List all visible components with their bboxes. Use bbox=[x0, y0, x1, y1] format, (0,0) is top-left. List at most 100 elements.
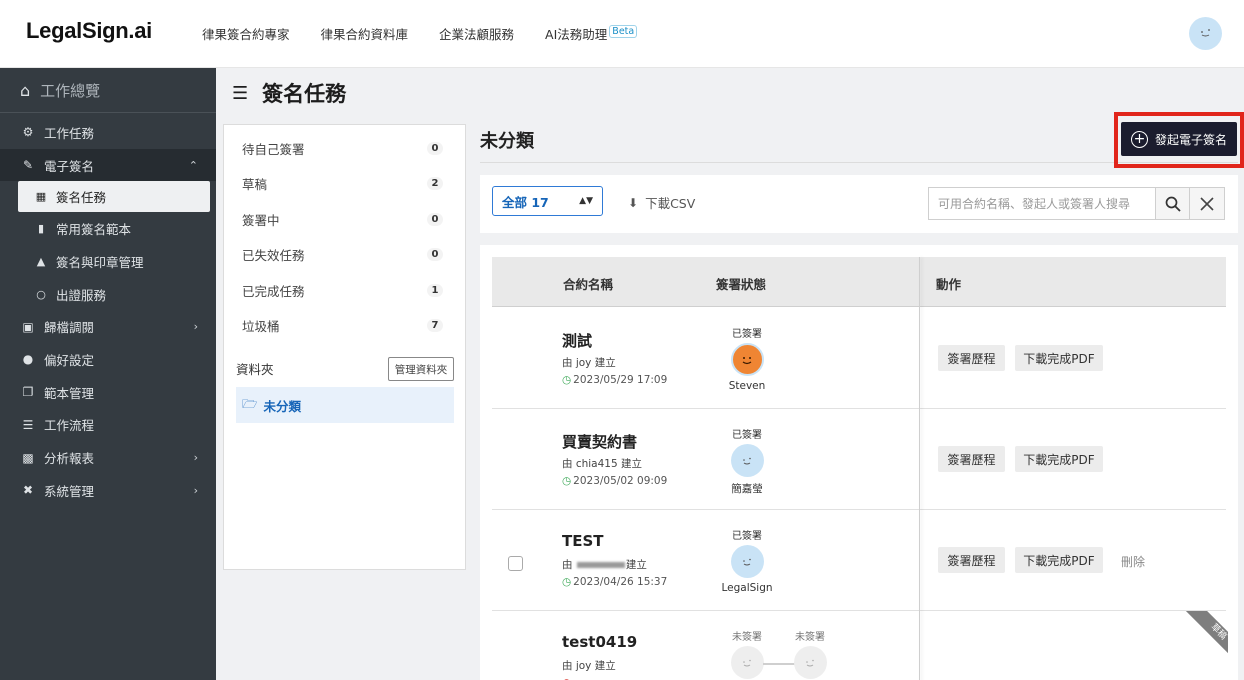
download-pdf-button[interactable]: 下載完成PDF bbox=[1015, 446, 1103, 472]
category-panel: 待自己簽署 0 草稿 2 簽署中 0 已失效任務 0 已完成任務 1 垃圾桶 7… bbox=[223, 124, 466, 570]
draft-ribbon: 草稿 bbox=[1184, 611, 1228, 663]
signer-name: 簡嘉瑩 bbox=[731, 483, 763, 495]
created-by-suffix: 建立 bbox=[625, 559, 647, 571]
sidebar-item-label: 出證服務 bbox=[56, 287, 107, 303]
search-input[interactable]: 可用合約名稱、發起人或簽署人搜尋 bbox=[928, 187, 1156, 220]
category-label: 垃圾桶 bbox=[242, 319, 280, 334]
tools-icon: ✖ bbox=[22, 483, 34, 498]
chart-icon: ▩ bbox=[22, 450, 34, 465]
signer: 已簽署 LegalSign bbox=[712, 527, 782, 594]
sidebar-item-archive[interactable]: ▣ 歸檔調閱 › bbox=[0, 310, 216, 343]
category-completed[interactable]: 已完成任務 1 bbox=[224, 273, 467, 308]
avatar bbox=[730, 343, 764, 376]
table-row[interactable]: 買賣契約書 由 chia415 建立 ◷ 2023/05/02 09:09 已簽署… bbox=[492, 409, 1226, 510]
chevron-right-icon: › bbox=[193, 320, 198, 334]
avatar bbox=[730, 545, 764, 578]
clock-icon: ◷ bbox=[562, 475, 572, 487]
category-label: 簽署中 bbox=[242, 213, 280, 228]
sidebar-item-label: 系統管理 bbox=[44, 483, 95, 499]
sidebar-item-certificate[interactable]: ○ 出證服務 bbox=[0, 278, 216, 311]
copy-icon: ❐ bbox=[22, 385, 34, 400]
download-pdf-button[interactable]: 下載完成PDF bbox=[1015, 345, 1103, 371]
user-cog-icon: ● bbox=[22, 352, 34, 367]
row-checkbox[interactable] bbox=[508, 556, 523, 571]
nav-link-ai-assistant[interactable]: AI法務助理 Beta bbox=[545, 24, 638, 43]
download-csv-label: 下載CSV bbox=[645, 196, 696, 211]
award-icon: ○ bbox=[36, 287, 46, 301]
new-esign-button[interactable]: + 發起電子簽名 bbox=[1121, 122, 1237, 156]
chevron-up-icon: ⌃ bbox=[188, 158, 198, 172]
nav-link-contract-db[interactable]: 律果合約資料庫 bbox=[321, 24, 409, 43]
menu-icon[interactable]: ☰ bbox=[232, 83, 248, 104]
category-trash[interactable]: 垃圾桶 7 bbox=[224, 308, 467, 343]
nav-links: 律果簽合約專家 律果合約資料庫 企業法顧服務 AI法務助理 Beta bbox=[202, 24, 638, 43]
table-row[interactable]: test0419 由 joy 建立 ◷ 未簽署 未簽署 草稿 bbox=[492, 611, 1228, 680]
contract-name[interactable]: test0419 bbox=[562, 633, 637, 651]
sidebar-item-esign[interactable]: ✎ 電子簽名 ⌃ bbox=[0, 148, 216, 182]
nav-link-ai-assistant-label: AI法務助理 bbox=[545, 27, 608, 42]
search-icon bbox=[1165, 196, 1181, 212]
sidebar-item-label: 歸檔調閱 bbox=[44, 320, 95, 336]
folders-heading: 資料夾 bbox=[236, 362, 274, 377]
column-header-name: 合約名稱 bbox=[563, 277, 614, 292]
category-signing[interactable]: 簽署中 0 bbox=[224, 202, 467, 237]
sign-history-button[interactable]: 簽署歷程 bbox=[938, 446, 1005, 472]
created-by-prefix: 由 bbox=[562, 559, 573, 571]
delete-button[interactable]: 刪除 bbox=[1121, 553, 1145, 570]
nav-link-legal-service[interactable]: 企業法顧服務 bbox=[439, 24, 514, 43]
sort-arrows-icon: ▲▼ bbox=[579, 196, 593, 206]
table-row[interactable]: TEST 由 建立 ◷ 2023/04/26 15:37 已簽署 LegalSig… bbox=[492, 510, 1226, 611]
contract-name[interactable]: 買賣契約書 bbox=[562, 431, 637, 452]
avatar bbox=[730, 646, 764, 679]
sidebar-item-workflow[interactable]: ☰ 工作流程 bbox=[0, 409, 216, 442]
sidebar-item-label: 工作流程 bbox=[44, 418, 95, 434]
category-count: 0 bbox=[427, 248, 443, 261]
category-count: 1 bbox=[427, 284, 443, 297]
download-pdf-button[interactable]: 下載完成PDF bbox=[1015, 547, 1103, 573]
category-expired[interactable]: 已失效任務 0 bbox=[224, 237, 467, 272]
list-icon: ☰ bbox=[22, 417, 34, 432]
sign-history-button[interactable]: 簽署歷程 bbox=[938, 547, 1005, 573]
created-date: ◷ 2023/04/26 15:37 bbox=[562, 576, 667, 588]
category-awaiting-me[interactable]: 待自己簽署 0 bbox=[224, 131, 467, 166]
sidebar-item-label: 工作任務 bbox=[44, 125, 95, 141]
created-date: ◷ 2023/05/29 17:09 bbox=[562, 374, 667, 386]
user-avatar[interactable] bbox=[1189, 17, 1222, 50]
created-date: ◷ 2023/05/02 09:09 bbox=[562, 475, 667, 487]
sidebar-item-label: 範本管理 bbox=[44, 385, 95, 401]
sidebar-item-label: 偏好設定 bbox=[44, 352, 95, 368]
search-button[interactable] bbox=[1155, 187, 1190, 220]
created-by: 由 chia415 建立 bbox=[562, 458, 642, 470]
sidebar-item-preferences[interactable]: ● 偏好設定 bbox=[0, 343, 216, 376]
sidebar-item-label: 簽名與印章管理 bbox=[56, 254, 144, 270]
page-title-text: 簽名任務 bbox=[262, 82, 347, 106]
table-row[interactable]: 測試 由 joy 建立 ◷ 2023/05/29 17:09 已簽署 Steven… bbox=[492, 308, 1226, 409]
sign-history-button[interactable]: 簽署歷程 bbox=[938, 345, 1005, 371]
created-date-value: 2023/05/02 09:09 bbox=[573, 475, 668, 487]
contract-name[interactable]: TEST bbox=[562, 532, 604, 550]
sidebar: ⌂ 工作總覽 ⚙ 工作任務 ✎ 電子簽名 ⌃ ▦ 簽名任務 ▮ 常用簽名範本 ▲… bbox=[0, 68, 216, 680]
sidebar-item-reports[interactable]: ▩ 分析報表 › bbox=[0, 441, 216, 474]
signer: 未簽署 bbox=[712, 628, 782, 679]
sidebar-item-overview[interactable]: ⌂ 工作總覽 bbox=[0, 68, 216, 113]
redacted-name bbox=[576, 562, 625, 568]
folder-uncategorized[interactable]: 🗁 未分類 bbox=[236, 387, 454, 423]
logo[interactable]: LegalSign.ai bbox=[26, 18, 152, 44]
signer-name: Steven bbox=[728, 380, 766, 392]
sidebar-item-templates[interactable]: ❐ 範本管理 bbox=[0, 376, 216, 409]
avatar bbox=[793, 646, 827, 679]
filter-select[interactable]: 全部 17 ▲▼ bbox=[492, 186, 603, 216]
sidebar-item-tasks[interactable]: ⚙ 工作任務 bbox=[0, 116, 216, 149]
category-count: 7 bbox=[427, 319, 443, 332]
category-drafts[interactable]: 草稿 2 bbox=[224, 166, 467, 201]
sidebar-item-sign-templates[interactable]: ▮ 常用簽名範本 bbox=[0, 212, 216, 245]
download-csv-button[interactable]: ⬇ 下載CSV bbox=[628, 193, 695, 212]
sidebar-item-sign-tasks[interactable]: ▦ 簽名任務 bbox=[18, 181, 210, 213]
sidebar-item-seal-management[interactable]: ▲ 簽名與印章管理 bbox=[0, 245, 216, 278]
sidebar-item-system[interactable]: ✖ 系統管理 › bbox=[0, 474, 216, 507]
nav-link-esign-expert[interactable]: 律果簽合約專家 bbox=[202, 24, 290, 43]
manage-folders-button[interactable]: 管理資料夾 bbox=[388, 357, 454, 381]
contract-name[interactable]: 測試 bbox=[562, 330, 592, 351]
clear-search-button[interactable] bbox=[1189, 187, 1225, 220]
category-label: 草稿 bbox=[242, 177, 268, 192]
